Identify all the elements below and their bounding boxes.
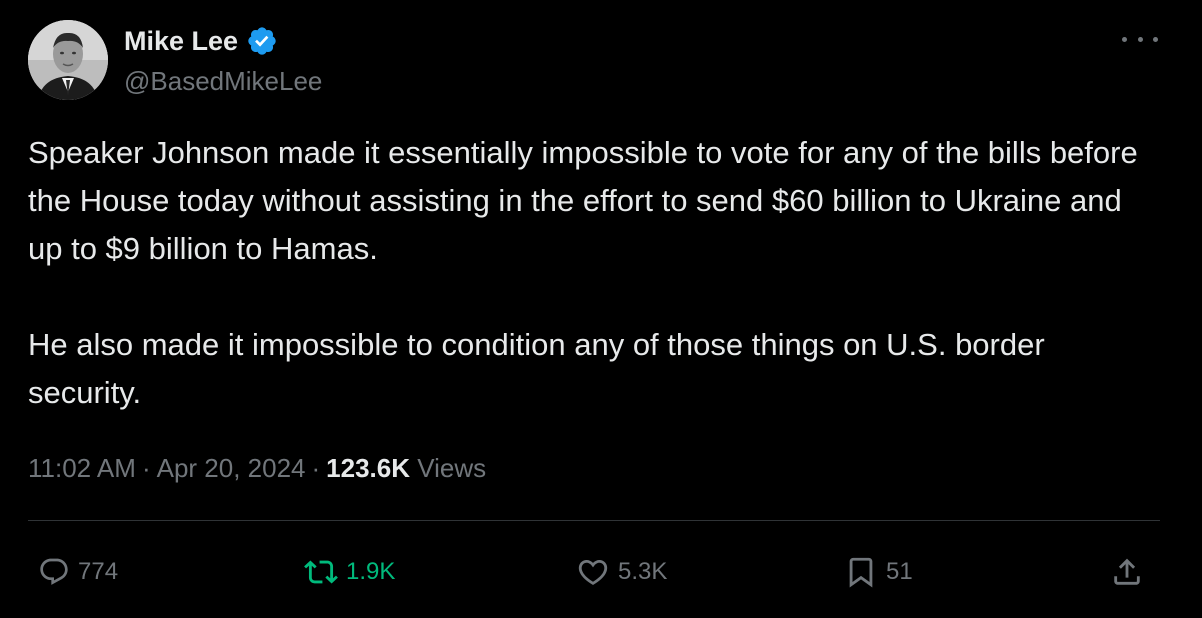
repost-button[interactable]: 1.9K (304, 552, 395, 592)
share-upload-icon (1114, 558, 1140, 585)
views-count: 123.6K (326, 453, 411, 483)
bookmark-icon (849, 557, 873, 588)
like-count: 5.3K (618, 558, 668, 585)
tweet-text: Speaker Johnson made it essentially impo… (28, 129, 1158, 417)
more-dot (1153, 36, 1158, 42)
reply-count: 774 (78, 558, 119, 585)
views-label: Views (417, 453, 487, 483)
more-dot (1137, 36, 1143, 42)
divider (28, 520, 1160, 521)
bookmark-button[interactable]: 51 (844, 552, 913, 592)
display-name[interactable]: Mike Lee (124, 24, 238, 58)
heart-icon (578, 559, 608, 585)
reply-bubble-icon (40, 558, 68, 585)
like-button[interactable]: 5.3K (576, 552, 667, 592)
avatar-photo (28, 20, 108, 100)
tweet-date[interactable]: Apr 20, 2024 (157, 453, 306, 483)
repost-icon (304, 560, 338, 584)
bookmark-count: 51 (886, 558, 913, 585)
repost-count: 1.9K (346, 558, 396, 585)
tweet-time[interactable]: 11:02 AM (28, 453, 136, 483)
tweet-paragraph: Speaker Johnson made it essentially impo… (28, 135, 1138, 266)
author-name-row: Mike Lee (124, 24, 278, 58)
tweet-paragraph: He also made it impossible to condition … (28, 327, 1045, 410)
avatar[interactable] (28, 20, 108, 100)
more-horizontal-icon[interactable] (1122, 26, 1158, 52)
share-button[interactable] (1110, 552, 1144, 592)
reply-button[interactable]: 774 (38, 552, 118, 592)
author-handle[interactable]: @BasedMikeLee (124, 64, 322, 98)
tweet-meta: 11:02 AM · Apr 20, 2024 · 123.6K Views (28, 450, 486, 486)
more-dot (1122, 36, 1127, 42)
meta-separator: · (311, 453, 321, 483)
verified-badge-icon[interactable] (246, 25, 278, 57)
meta-separator: · (141, 453, 151, 483)
